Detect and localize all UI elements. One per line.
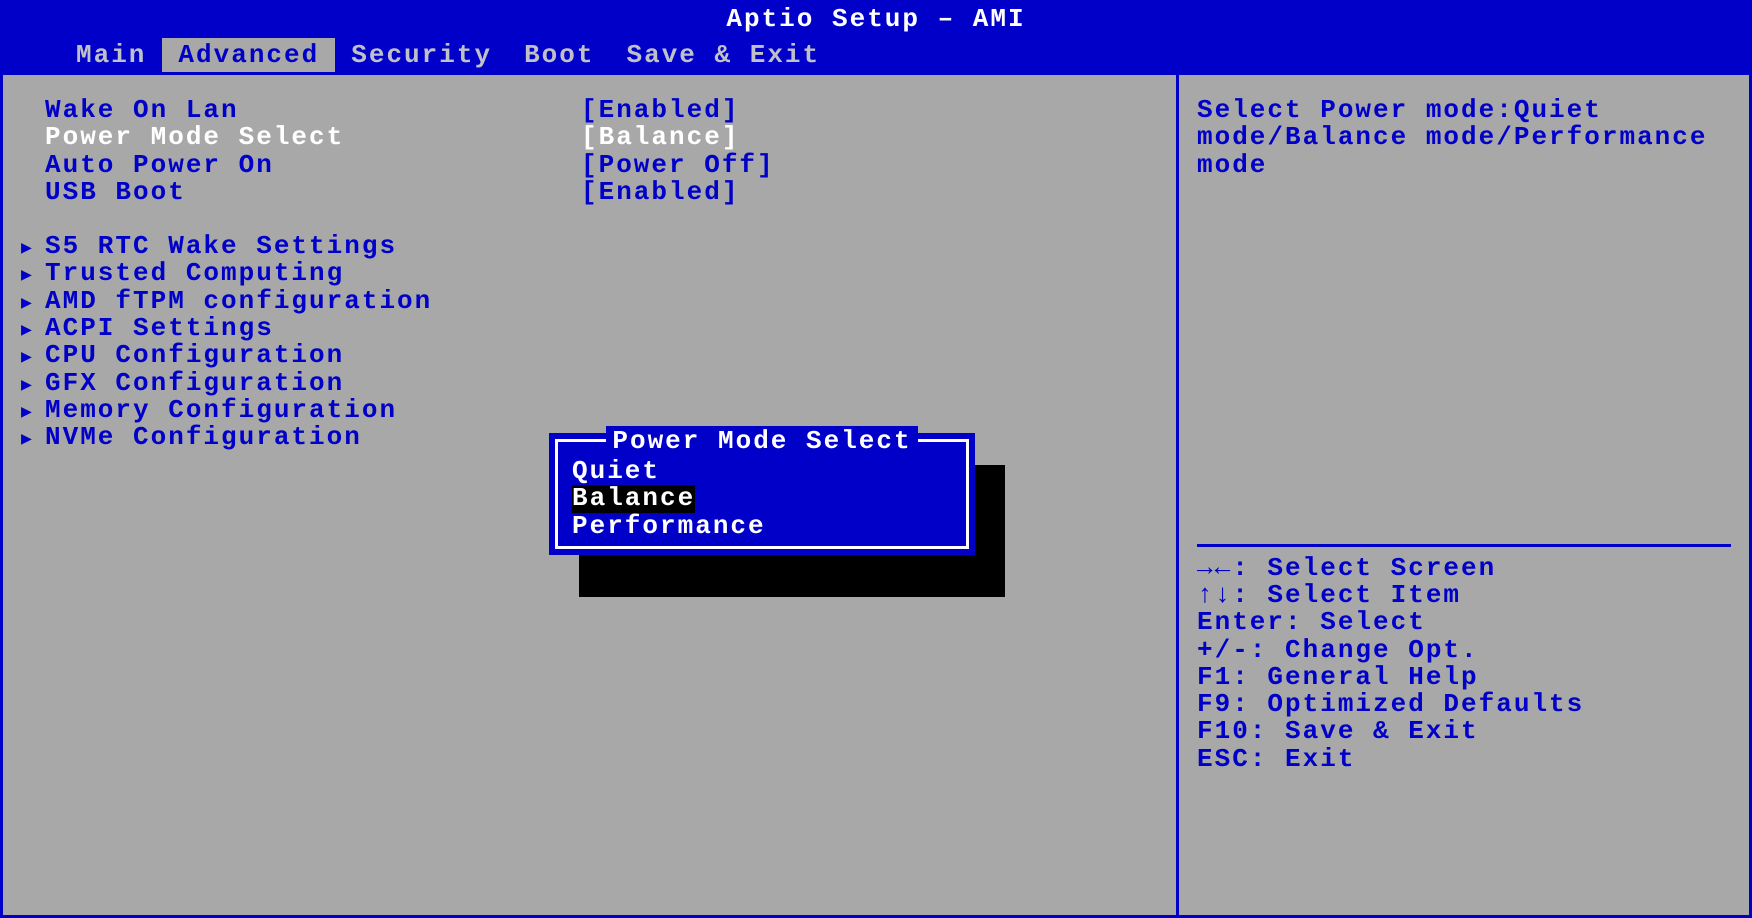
key-hint: ESC: Exit — [1197, 746, 1731, 773]
popup-option-balance[interactable]: Balance — [558, 485, 966, 512]
key-hint: F1: General Help — [1197, 664, 1731, 691]
chevron-right-icon — [21, 260, 45, 287]
key-hint: →←: Select Screen — [1197, 555, 1731, 582]
popup-option-performance[interactable]: Performance — [558, 513, 966, 540]
setting-row-wake-on-lan[interactable]: Wake On Lan [Enabled] — [21, 97, 1158, 124]
chevron-right-icon — [21, 424, 45, 451]
setting-label: Auto Power On — [21, 152, 581, 179]
submenu-label: CPU Configuration — [45, 342, 344, 369]
setting-row-auto-power-on[interactable]: Auto Power On [Power Off] — [21, 152, 1158, 179]
chevron-right-icon — [21, 233, 45, 260]
bios-title: Aptio Setup – AMI — [0, 0, 1752, 38]
chevron-right-icon — [21, 342, 45, 369]
setting-row-power-mode-select[interactable]: Power Mode Select [Balance] — [21, 124, 1158, 151]
spacer — [1197, 773, 1731, 893]
popup-option-label: Quiet — [572, 458, 660, 485]
tab-security[interactable]: Security — [335, 38, 508, 72]
submenu-label: GFX Configuration — [45, 370, 344, 397]
submenu-label: S5 RTC Wake Settings — [45, 233, 397, 260]
setting-value: [Power Off] — [581, 152, 775, 179]
submenu-label: ACPI Settings — [45, 315, 274, 342]
submenu-label: Trusted Computing — [45, 260, 344, 287]
tab-main[interactable]: Main — [60, 38, 162, 72]
chevron-right-icon — [21, 288, 45, 315]
tab-save-exit[interactable]: Save & Exit — [611, 38, 837, 72]
submenu-label: NVMe Configuration — [45, 424, 362, 451]
help-panel: Select Power mode:Quiet mode/Balance mod… — [1179, 75, 1749, 915]
divider — [1197, 544, 1731, 547]
submenu-cpu-configuration[interactable]: CPU Configuration — [21, 342, 1158, 369]
key-hint: +/-: Change Opt. — [1197, 637, 1731, 664]
popup-title: Power Mode Select — [606, 426, 917, 456]
submenu-s5-rtc-wake-settings[interactable]: S5 RTC Wake Settings — [21, 233, 1158, 260]
content-area: Wake On Lan [Enabled] Power Mode Select … — [0, 72, 1752, 918]
key-hints: →←: Select Screen ↑↓: Select Item Enter:… — [1197, 555, 1731, 773]
key-hint: Enter: Select — [1197, 609, 1731, 636]
submenu-memory-configuration[interactable]: Memory Configuration — [21, 397, 1158, 424]
tab-bar: Main Advanced Security Boot Save & Exit — [0, 38, 1752, 72]
popup-option-quiet[interactable]: Quiet — [558, 458, 966, 485]
chevron-right-icon — [21, 315, 45, 342]
submenu-acpi-settings[interactable]: ACPI Settings — [21, 315, 1158, 342]
setting-value: [Balance] — [581, 124, 739, 151]
spacer — [21, 206, 1158, 233]
popup-option-label: Balance — [572, 485, 695, 512]
chevron-right-icon — [21, 397, 45, 424]
key-hint: ↑↓: Select Item — [1197, 582, 1731, 609]
chevron-right-icon — [21, 370, 45, 397]
submenu-label: Memory Configuration — [45, 397, 397, 424]
setting-value: [Enabled] — [581, 97, 739, 124]
tab-advanced[interactable]: Advanced — [162, 38, 335, 72]
popup-option-label: Performance — [572, 513, 766, 540]
setting-row-usb-boot[interactable]: USB Boot [Enabled] — [21, 179, 1158, 206]
setting-value: [Enabled] — [581, 179, 739, 206]
key-hint: F9: Optimized Defaults — [1197, 691, 1731, 718]
setting-label: Wake On Lan — [21, 97, 581, 124]
tab-boot[interactable]: Boot — [508, 38, 610, 72]
setting-label: USB Boot — [21, 179, 581, 206]
main-panel: Wake On Lan [Enabled] Power Mode Select … — [3, 75, 1179, 915]
help-text: Select Power mode:Quiet mode/Balance mod… — [1197, 97, 1731, 179]
popup-power-mode-select: Power Mode Select Quiet Balance Performa… — [549, 433, 975, 555]
setting-label: Power Mode Select — [21, 124, 581, 151]
submenu-label: AMD fTPM configuration — [45, 288, 432, 315]
key-hint: F10: Save & Exit — [1197, 718, 1731, 745]
submenu-trusted-computing[interactable]: Trusted Computing — [21, 260, 1158, 287]
submenu-gfx-configuration[interactable]: GFX Configuration — [21, 370, 1158, 397]
submenu-amd-ftpm-configuration[interactable]: AMD fTPM configuration — [21, 288, 1158, 315]
